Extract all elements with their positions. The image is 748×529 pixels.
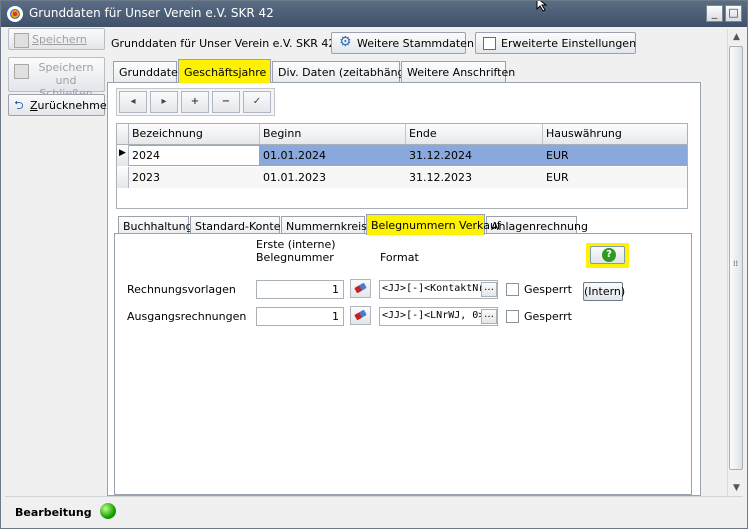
tab-label: Weitere Anschriften xyxy=(407,66,516,79)
stammdaten-label: Weitere Stammdaten xyxy=(357,37,474,50)
gesperrt-label: Gesperrt xyxy=(524,310,572,323)
app-icon xyxy=(7,6,23,22)
status-indicator-icon xyxy=(100,503,116,519)
row-label-ausgangsrechnungen: Ausgangsrechnungen xyxy=(127,310,247,323)
erweiterte-einstellungen-button[interactable]: Erweiterte Einstellungen xyxy=(475,32,636,54)
tab-grunddaten[interactable]: Grunddaten xyxy=(113,61,185,82)
geschaeftsjahre-panel: ◂ ▸ + − ✓ Bezeichnung Beginn Ende Hauswä… xyxy=(107,82,701,496)
format-value: <JJ>[-]<LNrWJ, 0> xyxy=(382,310,485,321)
column-label-belegnummer: Belegnummer xyxy=(256,251,334,264)
table-row[interactable]: 2023 01.01.2023 31.12.2023 EUR xyxy=(117,167,687,188)
scroll-up-icon[interactable]: ▲ xyxy=(728,29,745,45)
undo-arrow-icon: ⮌ xyxy=(14,98,24,112)
intern-button[interactable]: (Intern) xyxy=(583,282,626,301)
help-button[interactable]: ? xyxy=(590,246,625,264)
eraser-icon[interactable] xyxy=(350,306,371,325)
left-toolbar: Speichern Speichern und Schließen ⮌ Zurü… xyxy=(5,28,114,493)
belegnummern-panel: Erste (interne) Belegnummer Format ? Rec… xyxy=(114,233,692,495)
column-header[interactable]: Bezeichnung xyxy=(132,127,203,140)
gesperrt-label: Gesperrt xyxy=(524,283,572,296)
floppy-disk-icon xyxy=(14,33,29,48)
column-divider xyxy=(542,124,543,144)
title-bar: Grunddaten für Unser Verein e.V. SKR 42 … xyxy=(1,1,747,27)
vertical-scrollbar[interactable]: ▲ ⁞⁞ ▼ xyxy=(727,29,745,496)
tab-label: Div. Daten (zeitabhängig) xyxy=(278,66,419,79)
column-header[interactable]: Ende xyxy=(409,127,437,140)
help-icon: ? xyxy=(602,248,616,262)
window-title: Grunddaten für Unser Verein e.V. SKR 42 xyxy=(29,6,274,20)
save-close-icon xyxy=(14,64,29,79)
nav-prev-button[interactable]: ◂ xyxy=(119,91,147,113)
tab-label: Grunddaten xyxy=(119,66,185,79)
format-value: <JJ>[-]<KontaktNr, xyxy=(382,283,491,294)
tab-label: Geschäftsjahre xyxy=(184,66,267,79)
row-indicator: ▶ xyxy=(117,145,129,166)
column-divider xyxy=(259,124,260,144)
column-divider xyxy=(405,124,406,144)
table-cell[interactable]: 01.01.2023 xyxy=(263,171,326,184)
nav-confirm-button[interactable]: ✓ xyxy=(243,91,271,113)
geschaeftsjahre-grid: Bezeichnung Beginn Ende Hauswährung ▶ 20… xyxy=(116,123,688,209)
scroll-thumb[interactable]: ⁞⁞ xyxy=(729,46,743,470)
nav-add-button[interactable]: + xyxy=(181,91,209,113)
status-text: Bearbeitung xyxy=(15,506,92,519)
undo-button[interactable]: ⮌ Zurücknehmen xyxy=(8,94,114,116)
gesperrt-checkbox[interactable] xyxy=(506,310,519,323)
status-bar: Bearbeitung xyxy=(5,496,743,527)
table-cell[interactable]: EUR xyxy=(546,171,569,184)
rechnungsvorlagen-number-input[interactable]: 1 xyxy=(256,280,344,299)
row-indicator xyxy=(117,167,129,188)
help-highlight: ? xyxy=(586,243,629,268)
subtab-label: Anlagenrechnung xyxy=(491,220,588,233)
grid-corner xyxy=(117,124,129,144)
save-label: Speichern xyxy=(32,33,87,46)
minimize-button[interactable]: _ xyxy=(706,5,723,22)
table-cell[interactable]: 2024 xyxy=(132,149,160,162)
mouse-cursor-icon xyxy=(536,1,548,12)
subtab-label: Belegnummern Verkauf xyxy=(371,219,501,232)
table-cell[interactable]: 31.12.2023 xyxy=(409,171,472,184)
table-cell[interactable]: 01.01.2024 xyxy=(263,149,326,162)
maximize-button[interactable]: □ xyxy=(725,5,742,22)
subtab-belegnummern-verkauf[interactable]: Belegnummern Verkauf xyxy=(366,214,501,235)
column-label-erste: Erste (interne) xyxy=(256,238,336,251)
nav-next-button[interactable]: ▸ xyxy=(150,91,178,113)
column-header[interactable]: Hauswährung xyxy=(546,127,622,140)
subtab-label: Nummernkreise xyxy=(286,220,374,233)
tab-weitere-anschriften[interactable]: Weitere Anschriften xyxy=(401,61,515,82)
table-cell[interactable]: EUR xyxy=(546,149,569,162)
row-pointer-icon: ▶ xyxy=(119,148,126,158)
record-navigator: ◂ ▸ + − ✓ xyxy=(116,88,275,116)
main-window: Grunddaten für Unser Verein e.V. SKR 42 … xyxy=(0,0,748,529)
gesperrt-checkbox[interactable] xyxy=(506,283,519,296)
subtab-label: Standard-Konten xyxy=(195,220,288,233)
undo-label: Zurücknehmen xyxy=(30,99,114,112)
weitere-stammdaten-button[interactable]: ⚙ Weitere Stammdaten xyxy=(331,32,474,54)
settings-document-icon xyxy=(483,37,496,50)
table-cell[interactable]: 2023 xyxy=(132,171,160,184)
table-cell[interactable]: 31.12.2024 xyxy=(409,149,472,162)
eraser-icon[interactable] xyxy=(350,279,371,298)
einstellungen-label: Erweiterte Einstellungen xyxy=(501,37,637,50)
row-label-rechnungsvorlagen: Rechnungsvorlagen xyxy=(127,283,236,296)
gear-icon: ⚙ xyxy=(339,34,352,50)
format-ellipsis-button[interactable]: … xyxy=(481,309,497,324)
save-and-close-button[interactable]: Speichern und Schließen xyxy=(8,57,105,100)
ausgangsrechnungen-number-input[interactable]: 1 xyxy=(256,307,344,326)
table-row[interactable]: ▶ 2024 01.01.2024 31.12.2024 EUR xyxy=(117,145,687,166)
format-ellipsis-button[interactable]: … xyxy=(481,282,497,297)
grip-icon: ⁞⁞ xyxy=(733,259,739,268)
grid-header: Bezeichnung Beginn Ende Hauswährung xyxy=(117,124,687,145)
column-header[interactable]: Beginn xyxy=(263,127,301,140)
save-button[interactable]: Speichern xyxy=(8,28,105,50)
subtab-label: Buchhaltung xyxy=(123,220,193,233)
tab-geschaeftsjahre[interactable]: Geschäftsjahre xyxy=(178,59,271,83)
nav-delete-button[interactable]: − xyxy=(212,91,240,113)
intern-label: (Intern) xyxy=(584,285,626,298)
tab-div-daten[interactable]: Div. Daten (zeitabhängig) xyxy=(272,61,419,82)
page-title: Grunddaten für Unser Verein e.V. SKR 42 xyxy=(111,37,336,50)
column-label-format: Format xyxy=(380,251,419,264)
scroll-down-icon[interactable]: ▼ xyxy=(728,480,745,496)
